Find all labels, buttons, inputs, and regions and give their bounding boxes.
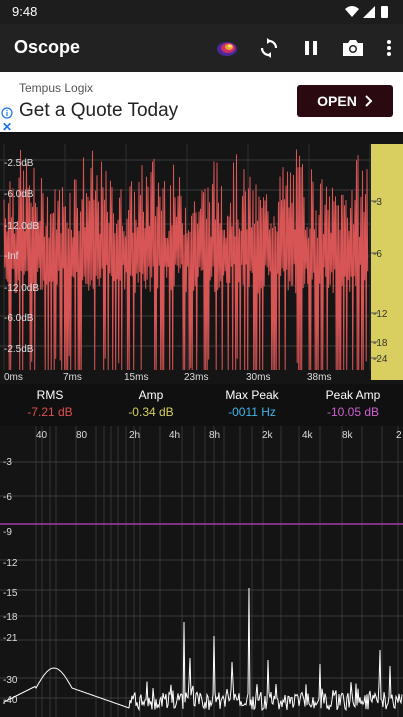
spectrum-panel[interactable]: 40 80 2h 4h 8h 2k 4k 8k 2 -3 -6 -9 -12 -15 -18 -21 -30-…: [0, 426, 403, 717]
peak-amp-value: -10.05 dB: [326, 405, 380, 419]
ad-sponsor: Tempus Logix: [19, 81, 94, 95]
ad-headline[interactable]: Get a Quote Today: [19, 100, 178, 122]
spectrogram-icon: [217, 42, 237, 56]
refresh-button[interactable]: [255, 34, 283, 62]
readouts-row: RMS -7.21 dB Amp -0.34 dB Max Peak -0011…: [0, 384, 403, 426]
status-icons: [345, 6, 388, 18]
scope-time-label: 0ms: [4, 372, 23, 383]
app-title: Oscope: [14, 37, 81, 57]
level-meter-label: -12: [373, 309, 388, 320]
scope-time-label: 15ms: [124, 372, 148, 383]
scope-db-label: -6.0dB: [4, 189, 34, 200]
spectrum-freq-label: 40: [36, 430, 48, 441]
ad-open-label: OPEN: [317, 93, 357, 109]
spectrum-freq-label: 8k: [342, 430, 354, 441]
spectrum-db-label: -6: [3, 492, 12, 503]
refresh-icon: [260, 38, 278, 58]
amp-value: -0.34 dB: [128, 405, 174, 419]
peak-amp-readout: Peak Amp -10.05 dB: [305, 388, 401, 419]
wifi-icon: [345, 6, 359, 17]
scope-db-label: -Inf: [4, 251, 19, 262]
battery-icon: [381, 6, 388, 18]
spectrum-graph: 40 80 2h 4h 8h 2k 4k 8k 2 -3-6-9-12-15-18-21-30-…: [0, 426, 403, 717]
peak-amp-label: Peak Amp: [325, 388, 381, 402]
scope-waveform: [3, 149, 369, 371]
level-meter-label: -18: [373, 338, 388, 349]
level-meter-label: -6: [373, 249, 382, 260]
spectrum-db-label: -15: [3, 588, 18, 599]
spectrum-db-labels: -3-6-9-12-15-18-21-30-40: [3, 457, 18, 706]
scope-time-label: 23ms: [184, 372, 208, 383]
max-peak-readout: Max Peak -0011 Hz: [204, 388, 300, 419]
spectrum-freq-label: 80: [76, 430, 88, 441]
scope-db-label: -2.5dB: [4, 158, 34, 169]
ad-open-button[interactable]: OPEN: [297, 85, 393, 117]
spectrum-freq-label: 8h: [209, 430, 220, 441]
rms-value: -7.21 dB: [27, 405, 73, 419]
spectrum-db-label: -9: [3, 527, 12, 538]
scope-db-label: -12.0dB: [4, 221, 39, 232]
level-meter-label: -24: [373, 354, 388, 365]
more-vert-icon: [387, 40, 391, 56]
scope-time-label: 7ms: [63, 372, 82, 383]
scope-db-label: -6.0dB: [4, 313, 34, 324]
scope-waveform-trace: [3, 149, 369, 371]
scope-time-label: 30ms: [246, 372, 270, 383]
spectrum-db-label: -3: [3, 457, 12, 468]
rms-readout: RMS -7.21 dB: [2, 388, 98, 419]
ad-banner[interactable]: Tempus Logix Get a Quote Today OPEN ✕: [0, 72, 403, 134]
spectrum-db-label: -12: [3, 558, 18, 569]
spectrum-freq-label: 4k: [302, 430, 314, 441]
overflow-menu-button[interactable]: [381, 34, 397, 62]
spectrum-freq-label: 2k: [262, 430, 274, 441]
status-time: 9:48: [12, 4, 38, 19]
oscilloscope-graph: -2.5dB -6.0dB -12.0dB -Inf -12.0dB -6.0dB -2.5…: [0, 144, 403, 383]
app-bar: Oscope: [0, 24, 403, 72]
spectrum-freq-labels: 40 80 2h 4h 8h 2k 4k 8k 2: [36, 430, 402, 441]
scope-db-label: -2.5dB: [4, 344, 34, 355]
spectrum-freq-label: 4h: [169, 430, 180, 441]
pause-icon: [305, 41, 317, 55]
status-bar: 9:48: [0, 0, 403, 24]
amp-readout: Amp -0.34 dB: [103, 388, 199, 419]
chevron-right-icon: [365, 95, 373, 107]
spectrum-db-label: -21: [3, 633, 18, 644]
scope-db-label: -12.0dB: [4, 283, 39, 294]
level-meter-label: -3: [373, 197, 382, 208]
ad-close-icon[interactable]: ✕: [2, 120, 12, 134]
spectrogram-button[interactable]: [213, 34, 241, 62]
spectrum-db-label: -30: [3, 675, 18, 686]
spectrum-db-label: -18: [3, 612, 18, 623]
spectrum-grid: [0, 426, 403, 717]
max-peak-label: Max Peak: [225, 388, 279, 402]
scope-time-label: 38ms: [307, 372, 331, 383]
spectrum-freq-label: 2h: [129, 430, 140, 441]
ad-info-icon[interactable]: [1, 107, 13, 119]
camera-icon: [343, 40, 363, 56]
oscilloscope-panel[interactable]: -2.5dB -6.0dB -12.0dB -Inf -12.0dB -6.0dB -2.5…: [0, 134, 403, 384]
scope-time-labels: 0ms 7ms 15ms 23ms 30ms 38ms: [4, 372, 331, 383]
spectrum-freq-label: 2: [396, 430, 402, 441]
rms-label: RMS: [36, 388, 64, 402]
screenshot-button[interactable]: [339, 34, 367, 62]
toolbar-actions: [213, 34, 397, 62]
max-peak-value: -0011 Hz: [228, 405, 276, 419]
amp-label: Amp: [138, 388, 164, 402]
signal-icon: [363, 6, 375, 18]
pause-button[interactable]: [297, 34, 325, 62]
